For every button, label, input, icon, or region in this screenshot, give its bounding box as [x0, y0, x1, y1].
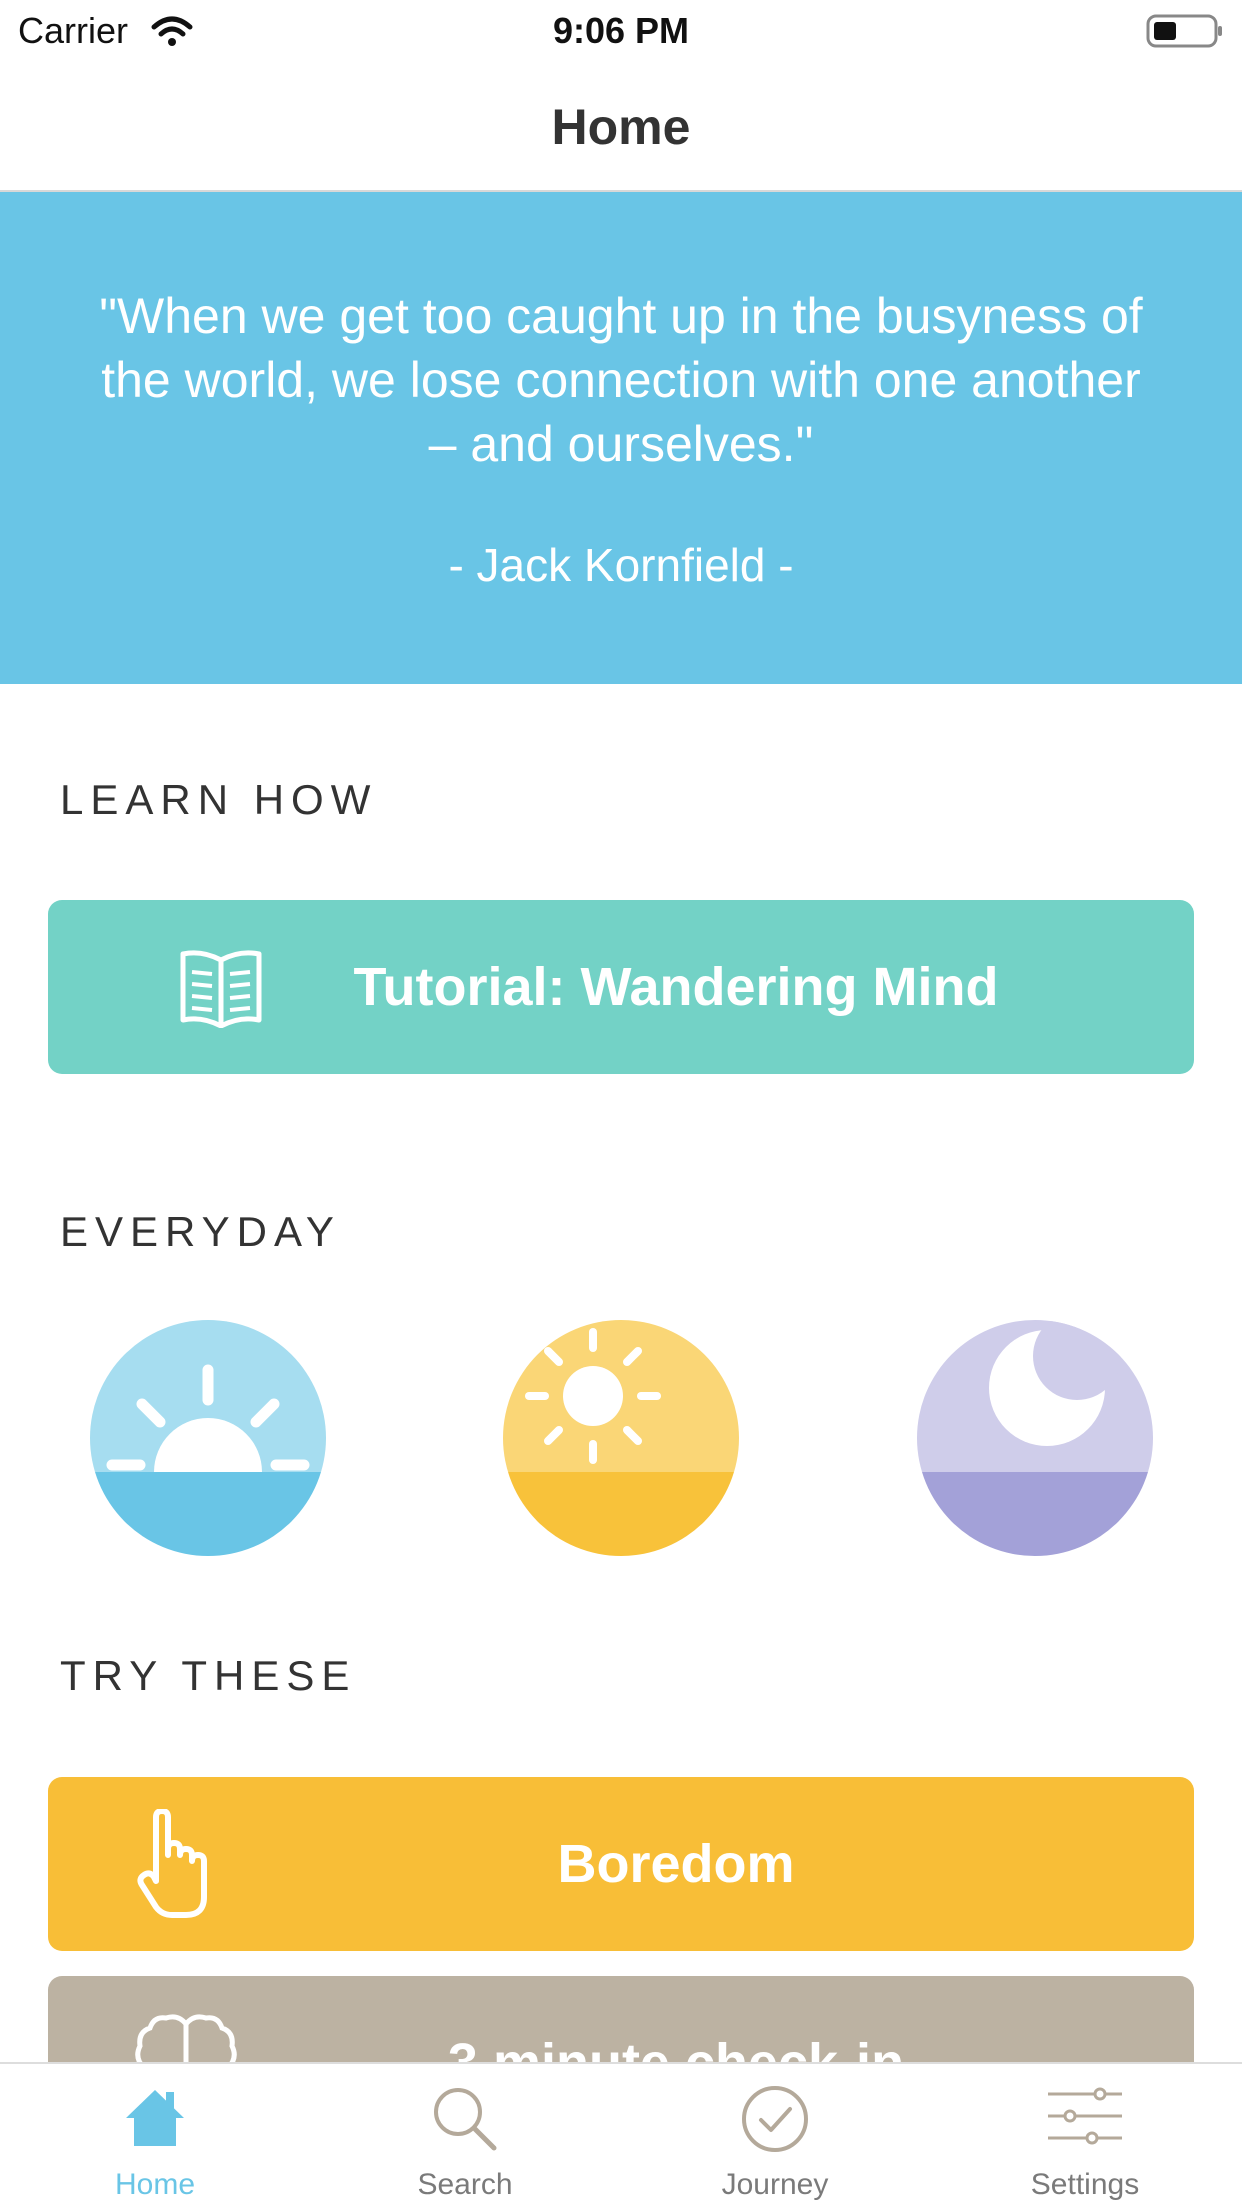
tutorial-button-label: Tutorial: Wandering Mind [353, 957, 999, 1017]
boredom-button-label: Boredom [557, 1834, 795, 1894]
tab-journey[interactable]: Journey [620, 2064, 930, 2210]
section-title-try-these: TRY THESE [60, 1652, 357, 1699]
quote-author: - Jack Kornfield - [448, 539, 794, 591]
boredom-button[interactable]: Boredom [48, 1777, 1194, 1951]
navigation-bar: Home [0, 60, 1242, 192]
home-icon [0, 2084, 310, 2155]
battery-icon [1146, 14, 1224, 57]
clock-time: 9:06 PM [552, 10, 690, 51]
tab-home[interactable]: Home [0, 2064, 310, 2210]
status-bar: Carrier 9:06 PM [0, 0, 1242, 60]
daytime-meditation-button[interactable] [503, 1320, 739, 1556]
tutorial-wandering-mind-button[interactable]: Tutorial: Wandering Mind [48, 900, 1194, 1074]
search-icon [310, 2084, 620, 2159]
tab-journey-label: Journey [721, 2168, 829, 2201]
tab-settings[interactable]: Settings [930, 2064, 1240, 2210]
section-title-learn-how: LEARN HOW [60, 776, 378, 823]
tab-home-label: Home [114, 2168, 196, 2201]
moon-icon [917, 1320, 1153, 1556]
sunrise-icon [90, 1320, 326, 1556]
section-title-everyday: EVERYDAY [60, 1208, 341, 1255]
quote-text: "When we get too caught up in the busyne… [99, 288, 1143, 472]
tab-search-label: Search [417, 2168, 513, 2201]
page-title: Home [551, 99, 691, 155]
tab-settings-label: Settings [1030, 2168, 1140, 2201]
sun-icon [503, 1320, 739, 1556]
checkmark-circle-icon [620, 2084, 930, 2159]
morning-meditation-button[interactable] [90, 1320, 326, 1556]
quote-banner: "When we get too caught up in the busyne… [0, 192, 1242, 684]
tab-search[interactable]: Search [310, 2064, 620, 2210]
tab-bar: Home Search Journey Settings [0, 2062, 1242, 2210]
sliders-icon [930, 2084, 1240, 2155]
evening-meditation-button[interactable] [917, 1320, 1153, 1556]
